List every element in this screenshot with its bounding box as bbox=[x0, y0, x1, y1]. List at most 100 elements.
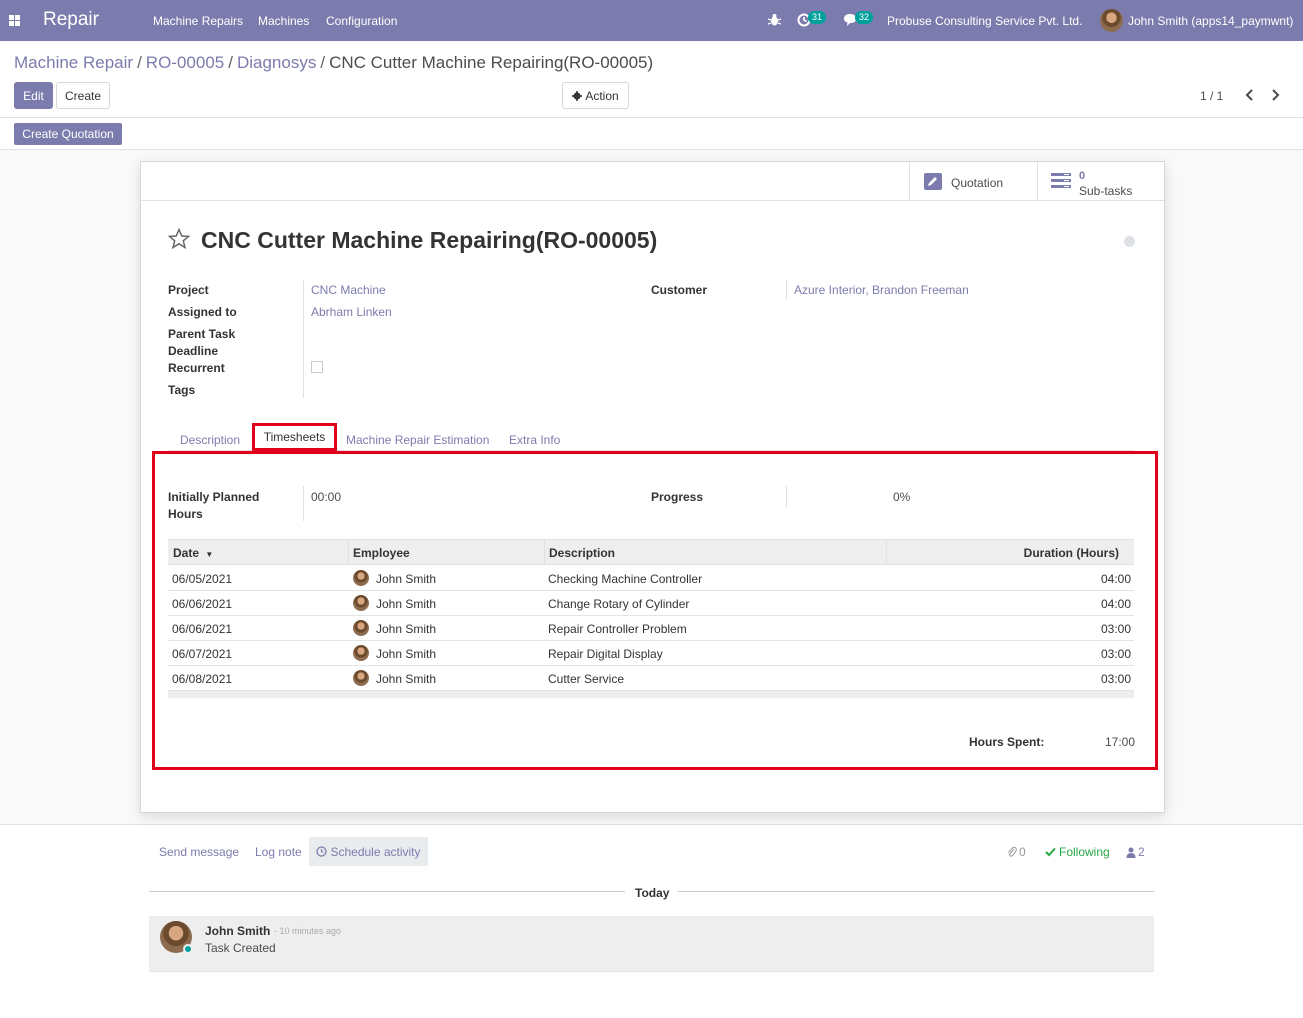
breadcrumb-ro-00005[interactable]: RO-00005 bbox=[146, 53, 224, 72]
create-button[interactable]: Create bbox=[56, 82, 110, 109]
app-name[interactable]: Repair bbox=[43, 9, 99, 31]
row-employee: John Smith bbox=[376, 672, 437, 686]
chatter-divider bbox=[0, 824, 1303, 825]
breadcrumb-current: CNC Cutter Machine Repairing(RO-00005) bbox=[329, 53, 654, 72]
table-row[interactable]: 06/08/2021 John Smith Cutter Service 03:… bbox=[168, 666, 1134, 691]
progress-value: 0% bbox=[893, 490, 911, 504]
col-description[interactable]: Description bbox=[549, 546, 615, 560]
message-body: Task Created bbox=[205, 941, 276, 955]
control-panel-divider bbox=[0, 117, 1303, 118]
col-duration[interactable]: Duration (Hours) bbox=[1024, 546, 1119, 560]
table-footer bbox=[168, 691, 1134, 698]
row-date: 06/06/2021 bbox=[172, 597, 233, 611]
customer-label: Customer bbox=[651, 283, 708, 297]
row-description: Repair Controller Problem bbox=[548, 622, 687, 636]
message-author[interactable]: John Smith bbox=[205, 924, 270, 938]
row-employee: John Smith bbox=[376, 572, 437, 586]
menu-configuration[interactable]: Configuration bbox=[326, 14, 397, 28]
tab-description[interactable]: Description bbox=[180, 433, 240, 447]
row-description: Cutter Service bbox=[548, 672, 625, 686]
table-row[interactable]: 06/07/2021 John Smith Repair Digital Dis… bbox=[168, 641, 1134, 666]
send-message-button[interactable]: Send message bbox=[159, 845, 239, 859]
online-status-indicator bbox=[183, 944, 193, 954]
chevron-right-icon[interactable] bbox=[1269, 88, 1281, 102]
project-value[interactable]: CNC Machine bbox=[311, 283, 386, 297]
quotation-label: Quotation bbox=[951, 176, 1004, 190]
row-employee: John Smith bbox=[376, 622, 437, 636]
check-icon bbox=[1045, 847, 1056, 857]
gear-icon bbox=[572, 90, 583, 101]
kanban-state-indicator[interactable] bbox=[1124, 236, 1135, 247]
row-date: 06/08/2021 bbox=[172, 672, 233, 686]
schedule-activity-button[interactable]: Schedule activity bbox=[309, 837, 428, 866]
subtasks-smart-button[interactable]: 0 Sub-tasks bbox=[1037, 162, 1164, 200]
assigned-value[interactable]: Abrham Linken bbox=[311, 305, 392, 319]
progress-separator bbox=[786, 486, 787, 508]
recurrent-checkbox[interactable] bbox=[311, 361, 323, 373]
clock-icon bbox=[316, 846, 328, 857]
row-duration: 04:00 bbox=[1100, 597, 1131, 611]
subtasks-count: 0 bbox=[1079, 170, 1086, 182]
chatter-message: John Smith - 10 minutes ago Task Created bbox=[149, 916, 1154, 972]
chevron-left-icon[interactable] bbox=[1244, 88, 1256, 102]
row-duration: 03:00 bbox=[1100, 672, 1131, 686]
top-navbar: Repair Machine Repairs Machines Configur… bbox=[0, 0, 1303, 41]
customer-value[interactable]: Azure Interior, Brandon Freeman bbox=[794, 283, 969, 297]
tab-extra-info[interactable]: Extra Info bbox=[509, 433, 560, 447]
field-separator bbox=[303, 280, 304, 398]
row-description: Change Rotary of Cylinder bbox=[548, 597, 690, 611]
tab-timesheets[interactable]: Timesheets bbox=[252, 423, 337, 451]
followers-count: 2 bbox=[1138, 845, 1145, 859]
employee-avatar bbox=[353, 570, 369, 586]
action-button[interactable]: Action bbox=[562, 82, 629, 109]
sort-desc-icon: ▼ bbox=[205, 550, 214, 559]
breadcrumb-diagnosys[interactable]: Diagnosys bbox=[237, 53, 316, 72]
activity-count-badge: 31 bbox=[808, 11, 827, 24]
company-switcher[interactable]: Probuse Consulting Service Pvt. Ltd. bbox=[887, 14, 1082, 28]
hours-spent-value: 17:00 bbox=[1105, 735, 1136, 749]
followers-button[interactable]: 2 bbox=[1126, 845, 1145, 859]
bug-icon[interactable] bbox=[768, 13, 781, 27]
today-separator-left bbox=[149, 891, 625, 892]
log-note-button[interactable]: Log note bbox=[255, 845, 302, 859]
table-row[interactable]: 06/06/2021 John Smith Change Rotary of C… bbox=[168, 591, 1134, 616]
smart-button-box: Quotation 0 Sub-tasks bbox=[141, 162, 1164, 201]
apps-menu-icon[interactable] bbox=[9, 15, 20, 26]
row-date: 06/05/2021 bbox=[172, 572, 233, 586]
tab-machine-repair-estimation[interactable]: Machine Repair Estimation bbox=[346, 433, 489, 447]
today-label: Today bbox=[635, 886, 670, 900]
menu-machine-repairs[interactable]: Machine Repairs bbox=[153, 14, 243, 28]
table-row[interactable]: 06/06/2021 John Smith Repair Controller … bbox=[168, 616, 1134, 641]
employee-avatar bbox=[353, 645, 369, 661]
progress-label: Progress bbox=[651, 490, 704, 504]
user-menu[interactable]: John Smith (apps14_paymwnt) bbox=[1128, 14, 1293, 28]
breadcrumb-machine-repair[interactable]: Machine Repair bbox=[14, 53, 133, 72]
following-button[interactable]: Following bbox=[1045, 845, 1110, 859]
planned-hours-value[interactable]: 00:00 bbox=[311, 490, 341, 504]
col-date[interactable]: Date ▼ bbox=[173, 546, 213, 560]
col-employee[interactable]: Employee bbox=[353, 546, 410, 560]
employee-avatar bbox=[353, 620, 369, 636]
assigned-label: Assigned to bbox=[168, 305, 237, 319]
pager-value[interactable]: 1 / 1 bbox=[1200, 89, 1223, 103]
planned-hours-label-line1: Initially Planned bbox=[168, 490, 260, 504]
quotation-smart-button[interactable]: Quotation bbox=[909, 162, 1037, 200]
edit-button[interactable]: Edit bbox=[14, 82, 53, 109]
message-timestamp: - 10 minutes ago bbox=[274, 926, 342, 936]
timesheet-table-header: Date ▼ Employee Description Duration (Ho… bbox=[168, 539, 1134, 565]
breadcrumb: Machine Repair / RO-00005/Diagnosys / CNC Cu… bbox=[14, 53, 654, 72]
attachments-button[interactable]: 0 bbox=[1007, 845, 1026, 859]
user-avatar[interactable] bbox=[1100, 9, 1123, 32]
project-label: Project bbox=[168, 283, 209, 297]
row-employee: John Smith bbox=[376, 647, 437, 661]
following-label: Following bbox=[1059, 845, 1110, 859]
edit-pencil-icon bbox=[924, 173, 942, 190]
task-title: CNC Cutter Machine Repairing(RO-00005) bbox=[201, 227, 658, 253]
menu-machines[interactable]: Machines bbox=[258, 14, 309, 28]
star-icon[interactable] bbox=[168, 228, 190, 250]
user-icon bbox=[1126, 847, 1136, 858]
hours-spent-label: Hours Spent: bbox=[969, 735, 1045, 749]
create-quotation-button[interactable]: Create Quotation bbox=[14, 123, 122, 145]
deadline-label: Deadline bbox=[168, 344, 219, 358]
table-row[interactable]: 06/05/2021 John Smith Checking Machine C… bbox=[168, 566, 1134, 591]
